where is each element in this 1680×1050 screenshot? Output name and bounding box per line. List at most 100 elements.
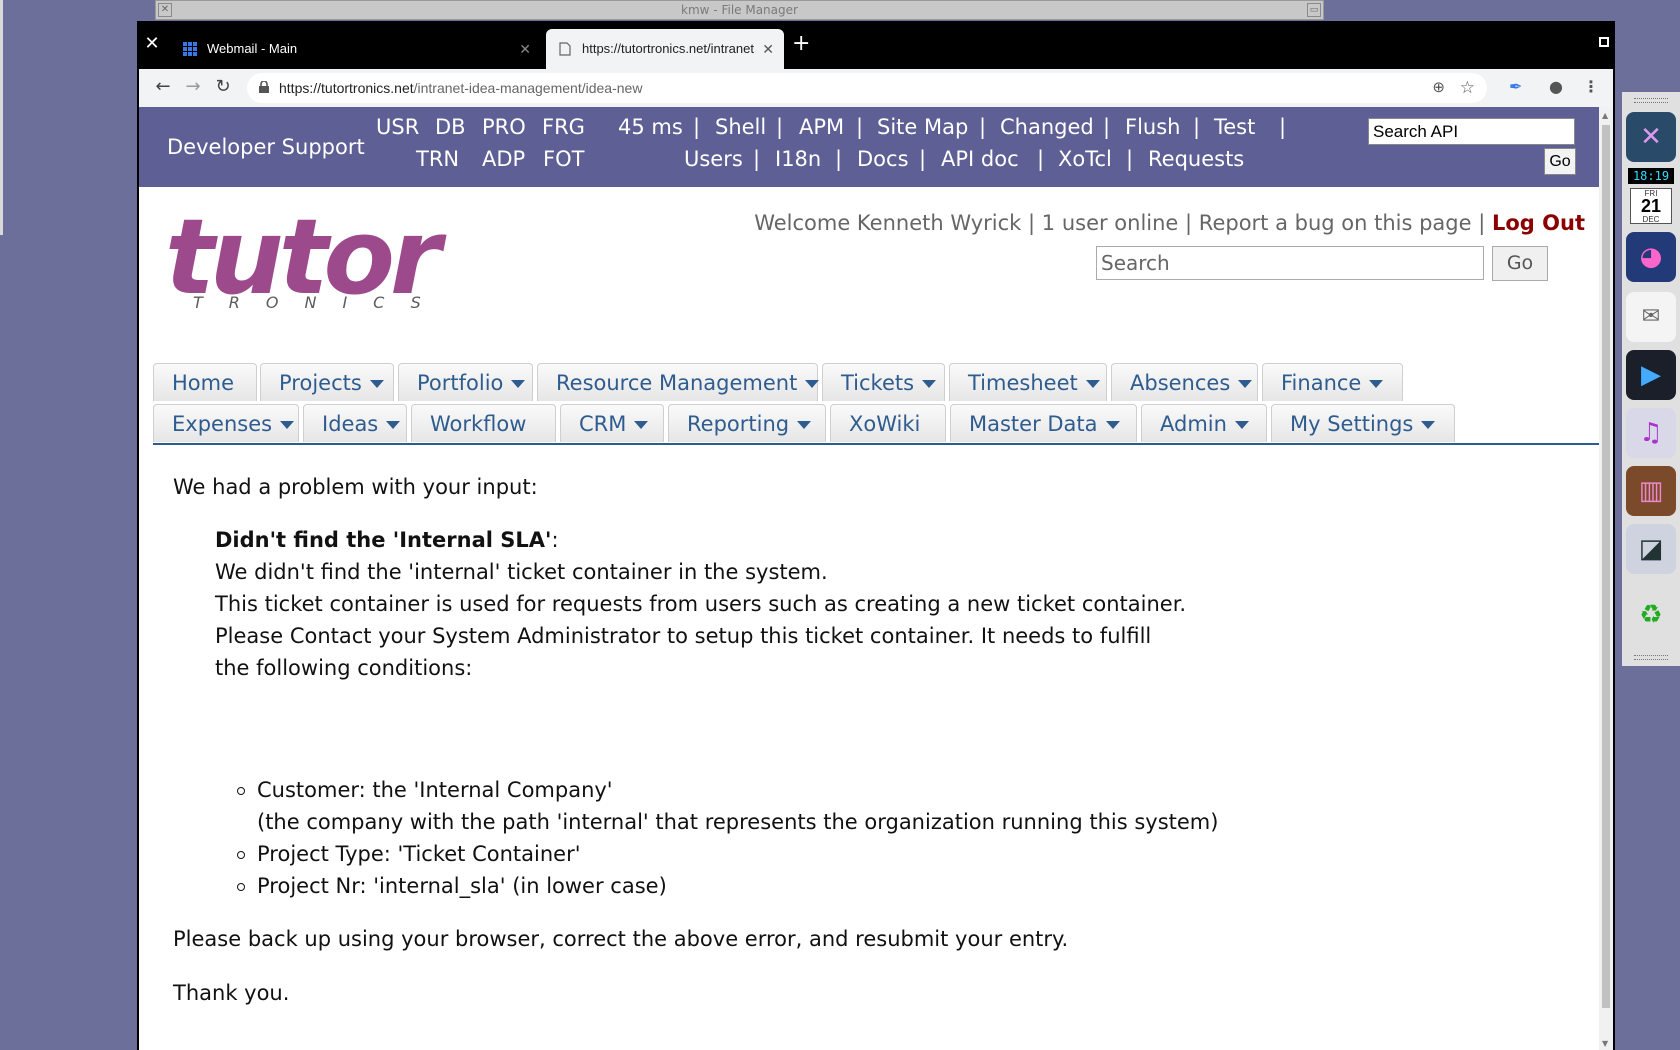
dev-link-apm[interactable]: APM bbox=[799, 115, 844, 139]
forward-icon[interactable]: → bbox=[181, 76, 205, 97]
media-player-icon[interactable]: ▶ bbox=[1626, 350, 1676, 400]
tutortronics-logo[interactable]: tutor TRONICS bbox=[165, 205, 441, 325]
nav-tab-label: Home bbox=[172, 371, 235, 395]
dev-link-pro[interactable]: PRO bbox=[482, 115, 526, 139]
nav-tab-master-data[interactable]: Master Data bbox=[950, 404, 1137, 442]
bookmark-star-icon[interactable]: ☆ bbox=[1460, 73, 1475, 103]
color-picker-icon[interactable]: ◕ bbox=[1626, 232, 1676, 282]
api-search-go-button[interactable]: Go bbox=[1544, 148, 1576, 175]
nav-tab-my-settings[interactable]: My Settings bbox=[1271, 404, 1455, 442]
dev-link-xotcl[interactable]: XoTcl bbox=[1058, 147, 1112, 171]
dev-link-flush[interactable]: Flush bbox=[1125, 115, 1180, 139]
dev-link-shell[interactable]: Shell bbox=[715, 115, 766, 139]
address-bar[interactable]: https://tutortronics.net/intranet-idea-m… bbox=[247, 73, 1487, 103]
tab-idea-new[interactable]: https://tutortronics.net/intranet-idea-m… bbox=[546, 29, 784, 69]
caret-down-icon bbox=[1369, 380, 1384, 388]
nav-tab-workflow[interactable]: Workflow bbox=[411, 404, 556, 442]
back-icon[interactable]: ← bbox=[151, 76, 175, 97]
separator: | bbox=[1021, 211, 1042, 235]
user-info-bar: Welcome Kenneth Wyrick | 1 user online |… bbox=[754, 211, 1585, 235]
dev-link-users[interactable]: Users bbox=[684, 147, 743, 171]
music-icon[interactable]: ♫ bbox=[1626, 408, 1676, 458]
menu-icon[interactable]: ⋮ bbox=[1583, 77, 1599, 96]
shopping-bag-icon[interactable]: ◪ bbox=[1626, 524, 1676, 574]
nav-tab-portfolio[interactable]: Portfolio bbox=[398, 363, 533, 401]
tab-title: Webmail - Main bbox=[207, 41, 298, 56]
search-input[interactable]: Search bbox=[1096, 246, 1484, 280]
url-host: https://tutortronics.net bbox=[279, 80, 414, 96]
browser-window: ✕ Webmail - Main ✕ https://tutortronics.… bbox=[137, 21, 1615, 1050]
dev-link-site-map[interactable]: Site Map bbox=[877, 115, 968, 139]
mail-icon[interactable]: ✉ bbox=[1626, 292, 1676, 342]
caret-down-icon bbox=[1238, 380, 1253, 388]
nav-tab-ideas[interactable]: Ideas bbox=[303, 404, 407, 442]
nav-tab-reporting[interactable]: Reporting bbox=[668, 404, 826, 442]
scroll-up-icon[interactable]: ▲ bbox=[1602, 111, 1608, 120]
bg-window-maximize-icon[interactable]: ▭ bbox=[1307, 3, 1321, 17]
scrollbar-thumb[interactable] bbox=[1602, 125, 1610, 1008]
error-line: We didn't find the 'internal' ticket con… bbox=[215, 560, 828, 584]
error-title-colon: : bbox=[551, 528, 559, 552]
zoom-icon[interactable]: ⊕ bbox=[1432, 73, 1445, 103]
dev-link-api-doc[interactable]: API doc bbox=[941, 147, 1019, 171]
dev-link-requests[interactable]: Requests bbox=[1148, 147, 1244, 171]
dev-link-i18n[interactable]: I18n bbox=[775, 147, 821, 171]
nav-tab-expenses[interactable]: Expenses bbox=[153, 404, 299, 442]
nav-tab-finance[interactable]: Finance bbox=[1262, 363, 1403, 401]
nav-tab-resource-management[interactable]: Resource Management bbox=[537, 363, 820, 401]
nav-tab-xowiki[interactable]: XoWiki bbox=[830, 404, 946, 442]
lock-icon bbox=[259, 81, 269, 93]
nav-tab-label: CRM bbox=[579, 412, 627, 436]
dock-grip[interactable] bbox=[1634, 655, 1668, 660]
nav-tab-home[interactable]: Home bbox=[153, 363, 257, 401]
nav-tab-admin[interactable]: Admin bbox=[1141, 404, 1267, 442]
nav-tab-timesheet[interactable]: Timesheet bbox=[949, 363, 1107, 401]
extension-icon[interactable]: ✒ bbox=[1509, 77, 1522, 96]
dock-grip[interactable] bbox=[1634, 98, 1668, 103]
nav-tab-crm[interactable]: CRM bbox=[560, 404, 664, 442]
new-tab-icon[interactable]: + bbox=[792, 31, 810, 56]
dev-link-test[interactable]: Test bbox=[1214, 115, 1255, 139]
dev-link-adp[interactable]: ADP bbox=[482, 147, 525, 171]
tab-close-icon[interactable]: ✕ bbox=[762, 29, 774, 69]
books-icon[interactable]: ▥ bbox=[1626, 466, 1676, 516]
caret-down-icon bbox=[511, 380, 526, 388]
window-maximize-icon[interactable] bbox=[1599, 37, 1609, 47]
page-scrollbar[interactable]: ▲ ▼ bbox=[1599, 107, 1613, 1050]
tab-webmail[interactable]: Webmail - Main ✕ bbox=[171, 29, 541, 69]
report-bug-link[interactable]: Report a bug on this page bbox=[1199, 211, 1472, 235]
window-close-icon[interactable]: ✕ bbox=[143, 33, 161, 54]
dev-link-changed[interactable]: Changed bbox=[1000, 115, 1094, 139]
search-go-button[interactable]: Go bbox=[1492, 246, 1548, 281]
caret-down-icon bbox=[797, 421, 812, 429]
bg-window-close-icon[interactable]: ✕ bbox=[158, 3, 172, 17]
reload-icon[interactable]: ↻ bbox=[211, 76, 235, 97]
caret-down-icon bbox=[634, 421, 649, 429]
dev-link-usr[interactable]: USR bbox=[376, 115, 419, 139]
clock-display[interactable]: 18:19 bbox=[1628, 168, 1674, 184]
nav-tab-tickets[interactable]: Tickets bbox=[822, 363, 945, 401]
tab-close-icon[interactable]: ✕ bbox=[519, 29, 531, 69]
dev-link-docs[interactable]: Docs bbox=[857, 147, 909, 171]
logout-link[interactable]: Log Out bbox=[1492, 211, 1585, 235]
calendar-icon[interactable]: FRI 21 DEC bbox=[1630, 188, 1672, 224]
browser-toolbar: ← → ↻ https://tutortronics.net/intranet-… bbox=[139, 69, 1613, 107]
dev-link-frg[interactable]: FRG bbox=[542, 115, 585, 139]
dev-link-db[interactable]: DB bbox=[435, 115, 466, 139]
dev-link-trn[interactable]: TRN bbox=[416, 147, 459, 171]
users-online-link[interactable]: 1 user online bbox=[1042, 211, 1179, 235]
nav-tab-projects[interactable]: Projects bbox=[260, 363, 394, 401]
dev-support-title: Developer Support bbox=[167, 135, 365, 159]
api-search-input[interactable]: Search API bbox=[1368, 118, 1575, 145]
background-window-titlebar[interactable]: ✕ kmw - File Manager ▭ bbox=[155, 0, 1324, 20]
nav-tab-label: Resource Management bbox=[556, 371, 798, 395]
scroll-down-icon[interactable]: ▼ bbox=[1602, 1039, 1608, 1048]
profile-icon[interactable]: ● bbox=[1549, 77, 1563, 96]
recycle-icon[interactable]: ♻ bbox=[1626, 590, 1676, 640]
dev-link-fot[interactable]: FOT bbox=[543, 147, 584, 171]
nav-tab-label: My Settings bbox=[1290, 412, 1414, 436]
nav-tab-label: Finance bbox=[1281, 371, 1362, 395]
nextstep-icon[interactable]: ✕ bbox=[1626, 112, 1676, 162]
nav-tab-absences[interactable]: Absences bbox=[1111, 363, 1258, 401]
caret-down-icon bbox=[1085, 380, 1100, 388]
